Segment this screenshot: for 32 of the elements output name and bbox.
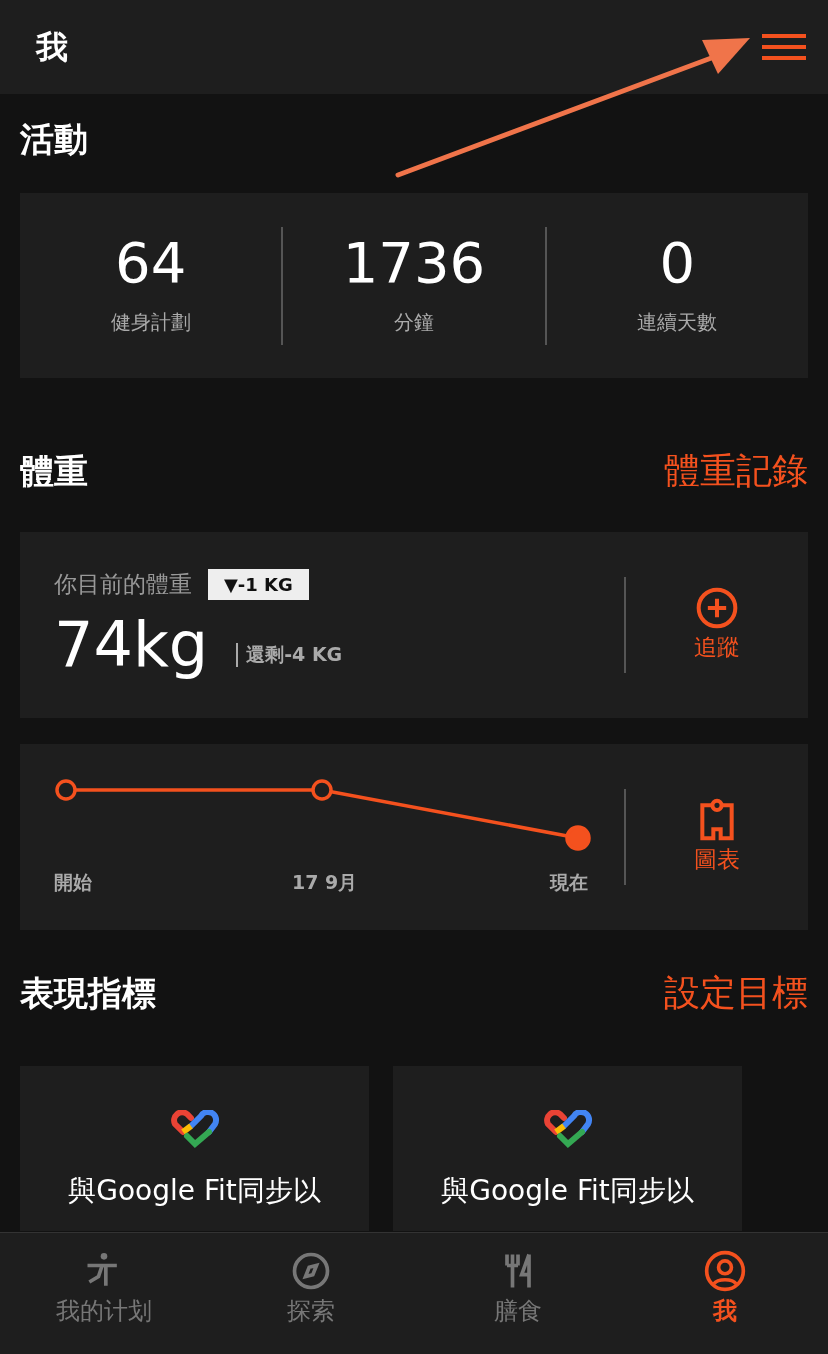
nav-tab[interactable]: 探索	[207, 1233, 414, 1354]
set-goal-link[interactable]: 設定目標	[664, 966, 808, 1020]
trend-label: 17 9月	[292, 870, 358, 895]
weight-log-link[interactable]: 體重記錄	[664, 444, 808, 498]
menu-icon[interactable]	[760, 32, 808, 62]
profile-icon	[702, 1249, 747, 1293]
weight-value: 74kg	[54, 606, 209, 683]
page-title: 我	[36, 27, 68, 68]
change-badge: ▼-1 KG	[208, 568, 309, 600]
track-button[interactable]: 追蹤	[694, 585, 740, 665]
section-title: 活動	[20, 118, 88, 161]
sync-text: 與Google Fit同步以	[441, 1173, 694, 1209]
section-title: 體重	[20, 449, 88, 493]
stat-value: 0	[659, 234, 696, 291]
trend-label: 開始	[54, 870, 92, 895]
nav-tab[interactable]: 我的计划	[0, 1233, 207, 1354]
google-fit-card[interactable]: 與Google Fit同步以	[393, 1066, 742, 1231]
section-title: 表現指標	[20, 971, 156, 1015]
stat-label: 分鐘	[394, 308, 434, 336]
nav-tab[interactable]: 膳食	[414, 1233, 621, 1354]
add-icon	[695, 585, 739, 630]
nav-tab[interactable]: 我	[621, 1233, 828, 1354]
stat-label: 健身計劃	[110, 308, 191, 336]
google-fit-card[interactable]: 與Google Fit同步以	[20, 1066, 369, 1231]
stat-label: 連續天數	[637, 308, 718, 336]
trend-label: 現在	[550, 870, 588, 895]
chart-button[interactable]: 圖表	[694, 797, 740, 877]
remaining-text: 還剩-4 KG	[236, 643, 343, 667]
sync-text: 與Google Fit同步以	[68, 1173, 321, 1209]
stat-value: 1736	[342, 234, 486, 291]
stat-value: 64	[115, 234, 187, 291]
weight-label: 你目前的體重	[54, 570, 192, 599]
